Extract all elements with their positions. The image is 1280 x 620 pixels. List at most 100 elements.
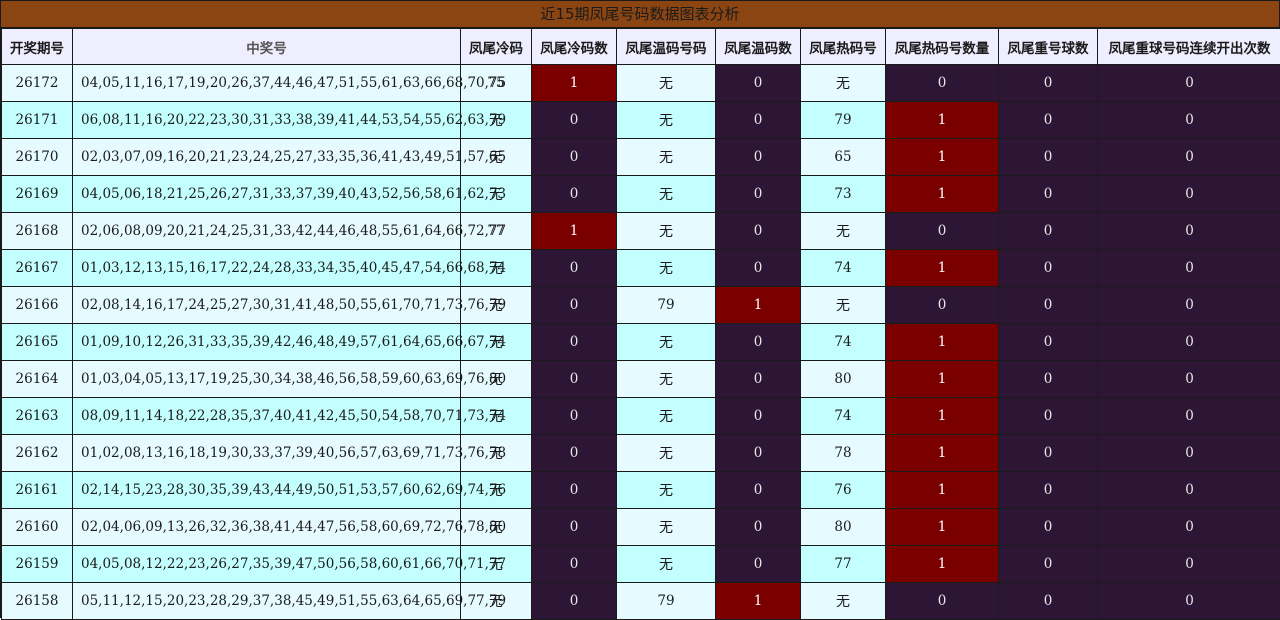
table-row: 2616201,02,08,13,16,18,19,30,33,37,39,40…: [2, 435, 1280, 472]
tail-number-table: 开奖期号 中奖号 凤尾冷码 凤尾冷码数 凤尾温码号码 凤尾温码数 凤尾热码号 凤…: [1, 28, 1280, 620]
cell-repeat-streak: 0: [1098, 324, 1280, 361]
header-issue: 开奖期号: [2, 29, 73, 65]
cell-repeat-count: 0: [999, 398, 1098, 435]
header-cold-count: 凤尾冷码数: [532, 29, 617, 65]
cell-repeat-streak: 0: [1098, 398, 1280, 435]
cell-repeat-count: 0: [999, 435, 1098, 472]
cell-cold-count: 0: [532, 435, 617, 472]
cell-winning-numbers: 01,09,10,12,26,31,33,35,39,42,46,48,49,5…: [73, 324, 461, 361]
cell-winning-numbers: 02,14,15,23,28,30,35,39,43,44,49,50,51,5…: [73, 472, 461, 509]
cell-cold-count: 0: [532, 139, 617, 176]
cell-winning-numbers: 05,11,12,15,20,23,28,29,37,38,45,49,51,5…: [73, 583, 461, 620]
cell-cold-count: 0: [532, 102, 617, 139]
cell-hot-count: 1: [886, 398, 999, 435]
table-row: 2616401,03,04,05,13,17,19,25,30,34,38,46…: [2, 361, 1280, 398]
table-row: 2616904,05,06,18,21,25,26,27,31,33,37,39…: [2, 176, 1280, 213]
cell-hot-number: 73: [801, 176, 886, 213]
cell-issue: 26166: [2, 287, 73, 324]
cell-issue: 26172: [2, 65, 73, 102]
cell-warm-count: 1: [716, 583, 801, 620]
cell-hot-number: 78: [801, 435, 886, 472]
cell-hot-count: 1: [886, 361, 999, 398]
cell-repeat-streak: 0: [1098, 509, 1280, 546]
header-hot-number: 凤尾热码号: [801, 29, 886, 65]
table-title: 近15期凤尾号码数据图表分析: [1, 1, 1279, 28]
cell-winning-numbers: 02,04,06,09,13,26,32,36,38,41,44,47,56,5…: [73, 509, 461, 546]
cell-warm-count: 0: [716, 324, 801, 361]
cell-hot-number: 80: [801, 509, 886, 546]
cell-cold-count: 0: [532, 250, 617, 287]
cell-repeat-count: 0: [999, 583, 1098, 620]
cell-warm-number: 无: [617, 139, 716, 176]
cell-warm-number: 无: [617, 250, 716, 287]
cell-repeat-streak: 0: [1098, 472, 1280, 509]
cell-repeat-streak: 0: [1098, 102, 1280, 139]
cell-winning-numbers: 01,03,12,13,15,16,17,22,24,28,33,34,35,4…: [73, 250, 461, 287]
cell-issue: 26165: [2, 324, 73, 361]
cell-hot-count: 1: [886, 176, 999, 213]
cell-warm-count: 0: [716, 213, 801, 250]
table-row: 2617002,03,07,09,16,20,21,23,24,25,27,33…: [2, 139, 1280, 176]
cell-hot-number: 77: [801, 546, 886, 583]
cell-issue: 26169: [2, 176, 73, 213]
cell-winning-numbers: 08,09,11,14,18,22,28,35,37,40,41,42,45,5…: [73, 398, 461, 435]
cell-cold-count: 0: [532, 287, 617, 324]
cell-repeat-count: 0: [999, 509, 1098, 546]
cell-hot-number: 无: [801, 287, 886, 324]
cell-warm-number: 无: [617, 509, 716, 546]
cell-warm-count: 0: [716, 361, 801, 398]
table-row: 2615805,11,12,15,20,23,28,29,37,38,45,49…: [2, 583, 1280, 620]
cell-warm-count: 0: [716, 176, 801, 213]
cell-hot-number: 79: [801, 102, 886, 139]
cell-repeat-count: 0: [999, 324, 1098, 361]
table-row: 2617204,05,11,16,17,19,20,26,37,44,46,47…: [2, 65, 1280, 102]
cell-hot-number: 65: [801, 139, 886, 176]
cell-hot-number: 无: [801, 65, 886, 102]
cell-repeat-count: 0: [999, 361, 1098, 398]
cell-winning-numbers: 04,05,11,16,17,19,20,26,37,44,46,47,51,5…: [73, 65, 461, 102]
cell-repeat-count: 0: [999, 546, 1098, 583]
header-repeat-streak: 凤尾重球号码连续开出次数: [1098, 29, 1280, 65]
cell-winning-numbers: 02,06,08,09,20,21,24,25,31,33,42,44,46,4…: [73, 213, 461, 250]
cell-hot-number: 80: [801, 361, 886, 398]
cell-repeat-streak: 0: [1098, 435, 1280, 472]
cell-hot-number: 无: [801, 213, 886, 250]
cell-hot-count: 1: [886, 139, 999, 176]
cell-issue: 26168: [2, 213, 73, 250]
cell-winning-numbers: 06,08,11,16,20,22,23,30,31,33,38,39,41,4…: [73, 102, 461, 139]
table-row: 2616802,06,08,09,20,21,24,25,31,33,42,44…: [2, 213, 1280, 250]
cell-repeat-streak: 0: [1098, 361, 1280, 398]
cell-repeat-count: 0: [999, 287, 1098, 324]
cell-hot-count: 0: [886, 583, 999, 620]
header-winning-numbers: 中奖号: [73, 29, 461, 65]
header-cold-number: 凤尾冷码: [461, 29, 532, 65]
cell-repeat-streak: 0: [1098, 287, 1280, 324]
header-repeat-count: 凤尾重号球数: [999, 29, 1098, 65]
cell-cold-count: 0: [532, 176, 617, 213]
cell-cold-count: 0: [532, 546, 617, 583]
header-warm-count: 凤尾温码数: [716, 29, 801, 65]
cell-hot-number: 76: [801, 472, 886, 509]
cell-warm-number: 无: [617, 324, 716, 361]
cell-warm-count: 1: [716, 287, 801, 324]
cell-issue: 26164: [2, 361, 73, 398]
cell-hot-number: 无: [801, 583, 886, 620]
cell-warm-number: 无: [617, 176, 716, 213]
cell-hot-count: 1: [886, 546, 999, 583]
table-row: 2617106,08,11,16,20,22,23,30,31,33,38,39…: [2, 102, 1280, 139]
cell-repeat-streak: 0: [1098, 583, 1280, 620]
cell-issue: 26158: [2, 583, 73, 620]
cell-warm-number: 无: [617, 435, 716, 472]
cell-winning-numbers: 01,02,08,13,16,18,19,30,33,37,39,40,56,5…: [73, 435, 461, 472]
cell-cold-count: 1: [532, 213, 617, 250]
cell-issue: 26159: [2, 546, 73, 583]
table-row: 2616308,09,11,14,18,22,28,35,37,40,41,42…: [2, 398, 1280, 435]
cell-hot-count: 1: [886, 509, 999, 546]
cell-issue: 26171: [2, 102, 73, 139]
cell-repeat-streak: 0: [1098, 546, 1280, 583]
cell-warm-number: 无: [617, 361, 716, 398]
cell-repeat-streak: 0: [1098, 250, 1280, 287]
cell-hot-count: 1: [886, 435, 999, 472]
cell-warm-count: 0: [716, 250, 801, 287]
cell-warm-number: 无: [617, 546, 716, 583]
